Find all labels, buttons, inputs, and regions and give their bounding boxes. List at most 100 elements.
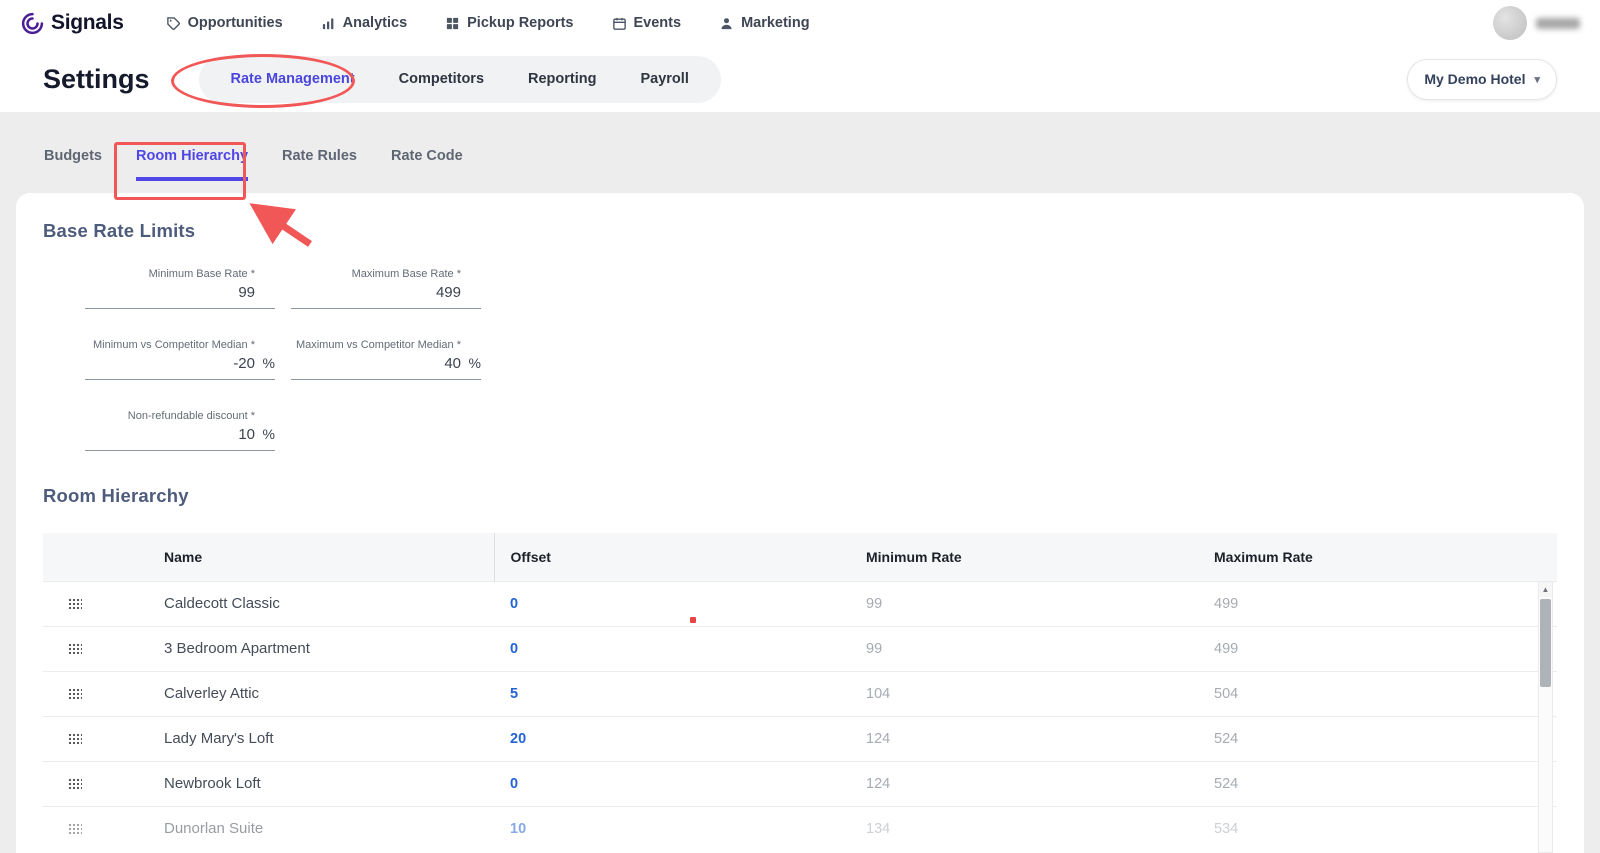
column-header-maximum-rate[interactable]: Maximum Rate	[1208, 533, 1557, 581]
calendar-icon	[612, 16, 627, 31]
maximum-rate-cell: 504	[1208, 671, 1557, 716]
chevron-down-icon: ▾	[1534, 73, 1540, 86]
field-value: -20	[85, 355, 255, 372]
primary-nav: Opportunities Analytics Pickup Reports E…	[166, 15, 810, 31]
rate-management-subtabs: Budgets Room Hierarchy Rate Rules Rate C…	[44, 148, 1600, 181]
scrollbar-thumb[interactable]	[1540, 599, 1551, 687]
minimum-vs-competitor-median-input[interactable]: -20 %	[85, 355, 275, 380]
drag-handle-icon[interactable]	[68, 643, 82, 654]
field-non-refundable-discount: Non-refundable discount * 10 %	[85, 410, 275, 451]
field-value: 499	[291, 284, 461, 301]
minimum-rate-cell: 99	[858, 626, 1208, 671]
column-header-minimum-rate[interactable]: Minimum Rate	[858, 533, 1208, 581]
nav-item-opportunities[interactable]: Opportunities	[166, 15, 283, 31]
tab-payroll[interactable]: Payroll	[618, 56, 710, 103]
room-name-cell: Lady Mary's Loft	[142, 716, 494, 761]
tab-competitors[interactable]: Competitors	[377, 56, 506, 103]
table-row: Lady Mary's Loft 20 124 524	[43, 716, 1557, 761]
nav-label: Opportunities	[188, 15, 283, 31]
hotel-selector-label: My Demo Hotel	[1424, 71, 1525, 87]
room-name-cell: Calverley Attic	[142, 671, 494, 716]
offset-link[interactable]: 20	[494, 716, 858, 761]
content-card: Base Rate Limits Minimum Base Rate * 99 …	[16, 193, 1584, 853]
maximum-rate-cell: 524	[1208, 716, 1557, 761]
field-label: Maximum vs Competitor Median *	[291, 339, 481, 351]
brand-name: Signals	[51, 11, 124, 35]
nav-item-marketing[interactable]: Marketing	[719, 15, 810, 31]
minimum-rate-cell: 124	[858, 761, 1208, 806]
maximum-rate-cell: 524	[1208, 761, 1557, 806]
drag-handle-icon[interactable]	[68, 778, 82, 789]
maximum-rate-cell: 499	[1208, 626, 1557, 671]
field-label: Non-refundable discount *	[85, 410, 275, 422]
minimum-base-rate-input[interactable]: 99	[85, 284, 275, 309]
drag-handle-icon[interactable]	[68, 823, 82, 834]
minimum-rate-cell: 104	[858, 671, 1208, 716]
field-value: 99	[85, 284, 255, 301]
nav-item-pickup-reports[interactable]: Pickup Reports	[445, 15, 573, 31]
minimum-rate-cell: 134	[858, 806, 1208, 851]
room-hierarchy-table-wrap: Name Offset Minimum Rate Maximum Rate Ca…	[43, 533, 1557, 851]
table-row: 3 Bedroom Apartment 0 99 499	[43, 626, 1557, 671]
scroll-up-arrow-icon[interactable]: ▲	[1539, 582, 1552, 597]
offset-link[interactable]: 0	[494, 626, 858, 671]
subtab-rate-rules[interactable]: Rate Rules	[282, 148, 357, 181]
grid-icon	[445, 16, 460, 31]
drag-handle-icon[interactable]	[68, 688, 82, 699]
maximum-vs-competitor-median-input[interactable]: 40 %	[291, 355, 481, 380]
table-row: Caldecott Classic 0 99 499	[43, 581, 1557, 626]
minimum-rate-cell: 124	[858, 716, 1208, 761]
drag-handle-icon[interactable]	[68, 733, 82, 744]
field-label: Minimum vs Competitor Median *	[85, 339, 275, 351]
room-name-cell: Dunorlan Suite	[142, 806, 494, 851]
non-refundable-discount-input[interactable]: 10 %	[85, 426, 275, 451]
subtab-room-hierarchy[interactable]: Room Hierarchy	[136, 148, 248, 181]
maximum-base-rate-input[interactable]: 499	[291, 284, 481, 309]
tab-reporting[interactable]: Reporting	[506, 56, 618, 103]
subtab-rate-code[interactable]: Rate Code	[391, 148, 463, 181]
person-icon	[719, 16, 734, 31]
table-row: Newbrook Loft 0 124 524	[43, 761, 1557, 806]
subtab-budgets[interactable]: Budgets	[44, 148, 102, 181]
field-suffix: %	[255, 426, 275, 442]
maximum-rate-cell: 499	[1208, 581, 1557, 626]
avatar[interactable]	[1493, 6, 1527, 40]
table-row: Dunorlan Suite 10 134 534	[43, 806, 1557, 851]
table-scrollbar[interactable]: ▲	[1538, 581, 1553, 853]
tab-rate-management[interactable]: Rate Management	[209, 56, 377, 103]
offset-link[interactable]: 0	[494, 581, 858, 626]
offset-link[interactable]: 0	[494, 761, 858, 806]
field-label: Minimum Base Rate *	[85, 268, 275, 280]
room-hierarchy-section: Room Hierarchy Name Offset Minimum Rate …	[43, 485, 1557, 851]
base-rate-limits-form: Minimum Base Rate * 99 Maximum Base Rate…	[85, 268, 1557, 451]
field-maximum-base-rate: Maximum Base Rate * 499	[291, 268, 481, 309]
bar-chart-icon	[321, 16, 336, 31]
column-header-name[interactable]: Name	[142, 533, 494, 581]
nav-label: Pickup Reports	[467, 15, 573, 31]
top-navigation: Signals Opportunities Analytics Pickup R…	[0, 0, 1600, 46]
brand-logo[interactable]: Signals	[20, 11, 124, 36]
room-name-cell: Newbrook Loft	[142, 761, 494, 806]
drag-handle-icon[interactable]	[68, 598, 82, 609]
field-minimum-vs-competitor-median: Minimum vs Competitor Median * -20 %	[85, 339, 275, 380]
page-title: Settings	[43, 64, 150, 95]
column-header-offset[interactable]: Offset	[494, 533, 858, 581]
hotel-selector[interactable]: My Demo Hotel ▾	[1407, 59, 1557, 100]
room-hierarchy-title: Room Hierarchy	[43, 485, 1557, 507]
nav-label: Analytics	[343, 15, 407, 31]
user-area	[1493, 6, 1580, 40]
field-label: Maximum Base Rate *	[291, 268, 481, 280]
field-value: 40	[291, 355, 461, 372]
nav-item-analytics[interactable]: Analytics	[321, 15, 407, 31]
room-hierarchy-table: Name Offset Minimum Rate Maximum Rate Ca…	[43, 533, 1557, 851]
field-value: 10	[85, 426, 255, 443]
room-name-cell: 3 Bedroom Apartment	[142, 626, 494, 671]
offset-link[interactable]: 5	[494, 671, 858, 716]
main-content: Budgets Room Hierarchy Rate Rules Rate C…	[0, 112, 1600, 853]
minimum-rate-cell: 99	[858, 581, 1208, 626]
offset-link[interactable]: 10	[494, 806, 858, 851]
nav-item-events[interactable]: Events	[612, 15, 682, 31]
field-maximum-vs-competitor-median: Maximum vs Competitor Median * 40 %	[291, 339, 481, 380]
nav-label: Events	[634, 15, 682, 31]
drag-column-header	[43, 533, 142, 581]
